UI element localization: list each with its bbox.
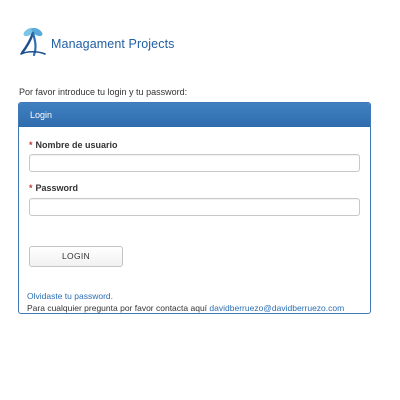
app-logo[interactable]: Managament Projects bbox=[18, 22, 175, 58]
logo-text: Managament Projects bbox=[51, 37, 175, 51]
login-button[interactable]: LOGIN bbox=[29, 246, 123, 267]
username-input[interactable] bbox=[29, 154, 360, 172]
login-panel: Login * Nombre de usuario * Password LOGIN… bbox=[18, 102, 371, 314]
username-label-text: Nombre de usuario bbox=[35, 140, 118, 150]
contact-email-link[interactable]: davidberruezo@davidberruezo.com bbox=[209, 303, 344, 313]
logo-icon bbox=[20, 27, 46, 57]
password-input[interactable] bbox=[29, 198, 360, 216]
required-marker: * bbox=[29, 183, 33, 193]
contact-text: Para cualquier pregunta por favor contac… bbox=[27, 303, 208, 313]
required-marker: * bbox=[29, 140, 33, 150]
password-label-text: Password bbox=[35, 183, 79, 193]
panel-title: Login bbox=[19, 103, 370, 127]
username-label: * Nombre de usuario bbox=[29, 140, 118, 150]
password-label: * Password bbox=[29, 183, 78, 193]
login-instructions: Por favor introduce tu login y tu passwo… bbox=[19, 87, 188, 97]
forgot-password-link[interactable]: Olvidaste tu password. bbox=[27, 291, 113, 301]
login-page: Managament Projects Por favor introduce … bbox=[0, 0, 400, 400]
contact-line: Para cualquier pregunta por favor contac… bbox=[27, 303, 344, 313]
